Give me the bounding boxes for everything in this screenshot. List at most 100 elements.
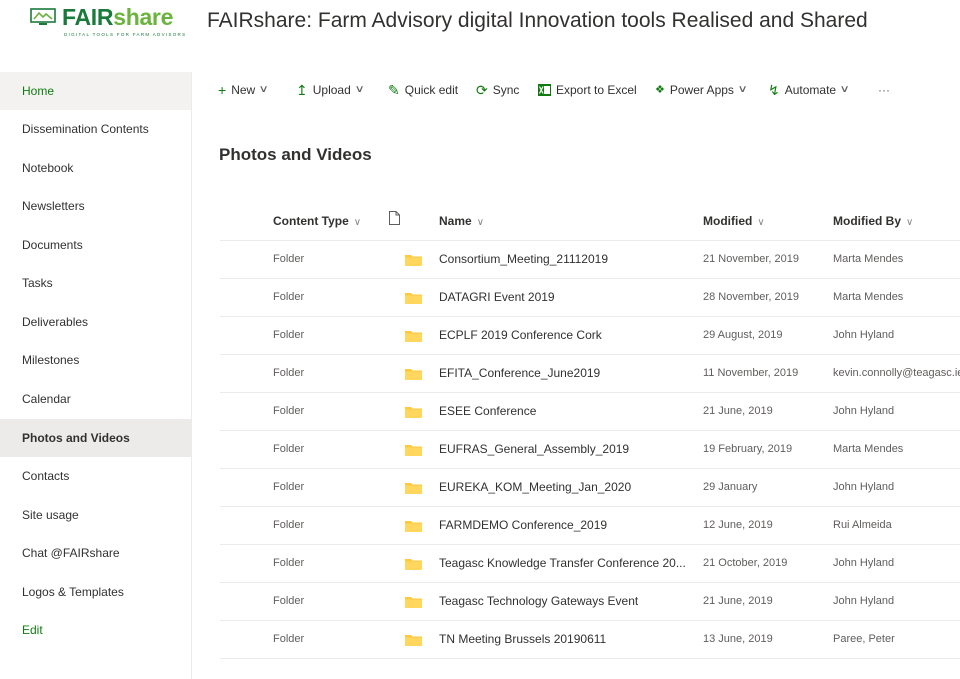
content-type-cell: Folder: [273, 291, 305, 303]
automate-button[interactable]: ↯ Automate ∨: [768, 80, 850, 100]
content-type-cell: Folder: [273, 557, 305, 569]
nav-item-home[interactable]: Home: [0, 72, 191, 110]
nav-edit-link[interactable]: Edit: [0, 611, 191, 649]
modified-cell: 21 October, 2019: [703, 557, 788, 569]
sync-button[interactable]: ⟳ Sync: [476, 80, 519, 100]
modified-cell: 21 June, 2019: [703, 595, 773, 607]
list-row[interactable]: Folder ECPLF 2019 Conference Cork 29 Aug…: [220, 317, 960, 355]
power-apps-label: Power Apps: [669, 83, 734, 97]
folder-icon: [405, 407, 422, 418]
modified-by-cell[interactable]: Marta Mendes: [833, 291, 903, 303]
upload-button[interactable]: ↥ Upload ∨: [296, 80, 365, 100]
list-row[interactable]: Folder DATAGRI Event 2019 28 November, 2…: [220, 279, 960, 317]
list-row[interactable]: Folder Consortium_Meeting_21112019 21 No…: [220, 241, 960, 279]
chevron-down-icon: ∨: [737, 84, 748, 95]
content-type-cell: Folder: [273, 405, 305, 417]
nav-item-site-usage[interactable]: Site usage: [0, 496, 191, 534]
nav-item-calendar[interactable]: Calendar: [0, 380, 191, 418]
list-row[interactable]: Folder Teagasc Technology Gateways Event…: [220, 583, 960, 621]
content-type-cell: Folder: [273, 253, 305, 265]
name-link[interactable]: Teagasc Technology Gateways Event: [439, 594, 638, 608]
modified-by-cell[interactable]: Rui Almeida: [833, 519, 892, 531]
modified-by-cell[interactable]: Marta Mendes: [833, 443, 903, 455]
content-type-cell: Folder: [273, 633, 305, 645]
left-navigation: Home Dissemination Contents Notebook New…: [0, 72, 192, 679]
modified-cell: 11 November, 2019: [703, 367, 799, 379]
quick-edit-label: Quick edit: [404, 83, 459, 97]
folder-icon: [405, 635, 422, 646]
list-row[interactable]: Folder TN Meeting Brussels 20190611 13 J…: [220, 621, 960, 659]
upload-label: Upload: [312, 83, 351, 97]
file-type-icon[interactable]: [389, 211, 400, 225]
list-row[interactable]: Folder EFITA_Conference_June2019 11 Nove…: [220, 355, 960, 393]
nav-item-deliverables[interactable]: Deliverables: [0, 303, 191, 341]
name-link[interactable]: TN Meeting Brussels 20190611: [439, 632, 606, 646]
chevron-down-icon: ∨: [839, 84, 850, 95]
name-link[interactable]: EUFRAS_General_Assembly_2019: [439, 442, 629, 456]
nav-item-milestones[interactable]: Milestones: [0, 341, 191, 379]
modified-by-cell[interactable]: kevin.connolly@teagasc.ie: [833, 367, 960, 379]
sync-label: Sync: [492, 83, 520, 97]
folder-icon: [405, 445, 422, 456]
plus-icon: +: [218, 82, 227, 98]
column-header-modified[interactable]: Modified ∨: [703, 214, 765, 228]
content-type-cell: Folder: [273, 519, 305, 531]
fairshare-logo[interactable]: FAIRshare DIGITAL TOOLS FOR FARM ADVISOR…: [30, 4, 190, 42]
sync-icon: ⟳: [476, 82, 488, 98]
folder-icon: [405, 597, 422, 608]
nav-item-logos-templates[interactable]: Logos & Templates: [0, 573, 191, 611]
nav-item-photos-and-videos[interactable]: Photos and Videos: [0, 419, 191, 457]
export-to-excel-button[interactable]: Export to Excel: [538, 80, 637, 100]
modified-cell: 29 January: [703, 481, 758, 493]
content-type-cell: Folder: [273, 595, 305, 607]
content-type-cell: Folder: [273, 443, 305, 455]
command-bar: + New ∨ ↥ Upload ∨ ✎ Quick edit ⟳ Sync E…: [210, 80, 960, 100]
name-link[interactable]: Teagasc Knowledge Transfer Conference 20…: [439, 556, 686, 570]
list-header-row: Content Type ∨ Name ∨ Modified ∨ Modified B…: [220, 202, 960, 241]
new-button[interactable]: + New ∨: [218, 80, 269, 100]
nav-item-notebook[interactable]: Notebook: [0, 149, 191, 187]
power-apps-button[interactable]: ❖ Power Apps ∨: [655, 80, 748, 100]
name-link[interactable]: FARMDEMO Conference_2019: [439, 518, 607, 532]
list-row[interactable]: Folder Teagasc Knowledge Transfer Confer…: [220, 545, 960, 583]
column-header-content-type[interactable]: Content Type ∨: [273, 214, 361, 228]
chevron-down-icon: ∨: [258, 84, 269, 95]
modified-by-cell[interactable]: John Hyland: [833, 481, 894, 493]
automate-icon: ↯: [768, 82, 780, 98]
modified-cell: 28 November, 2019: [703, 291, 800, 303]
site-title[interactable]: FAIRshare: Farm Advisory digital Innovat…: [207, 9, 868, 33]
logo-tagline: DIGITAL TOOLS FOR FARM ADVISORS: [64, 32, 187, 37]
modified-cell: 13 June, 2019: [703, 633, 773, 645]
modified-cell: 21 June, 2019: [703, 405, 773, 417]
name-link[interactable]: DATAGRI Event 2019: [439, 290, 555, 304]
list-row[interactable]: Folder EUREKA_KOM_Meeting_Jan_2020 29 Ja…: [220, 469, 960, 507]
modified-by-cell[interactable]: Marta Mendes: [833, 253, 903, 265]
nav-item-tasks[interactable]: Tasks: [0, 264, 191, 302]
nav-item-dissemination-contents[interactable]: Dissemination Contents: [0, 110, 191, 148]
more-options-button[interactable]: ···: [878, 80, 890, 100]
new-label: New: [231, 83, 256, 97]
content-type-cell: Folder: [273, 367, 305, 379]
folder-icon: [405, 293, 422, 304]
list-row[interactable]: Folder ESEE Conference 21 June, 2019 Joh…: [220, 393, 960, 431]
list-row[interactable]: Folder EUFRAS_General_Assembly_2019 19 F…: [220, 431, 960, 469]
nav-item-chat[interactable]: Chat @FAIRshare: [0, 534, 191, 572]
modified-by-cell[interactable]: John Hyland: [833, 557, 894, 569]
list-row[interactable]: Folder FARMDEMO Conference_2019 12 June,…: [220, 507, 960, 545]
name-link[interactable]: EUREKA_KOM_Meeting_Jan_2020: [439, 480, 631, 494]
name-link[interactable]: ESEE Conference: [439, 404, 536, 418]
modified-by-cell[interactable]: John Hyland: [833, 329, 894, 341]
nav-item-documents[interactable]: Documents: [0, 226, 191, 264]
content-type-cell: Folder: [273, 329, 305, 341]
name-link[interactable]: ECPLF 2019 Conference Cork: [439, 328, 602, 342]
column-header-modified-by[interactable]: Modified By ∨: [833, 214, 913, 228]
column-header-name[interactable]: Name ∨: [439, 214, 484, 228]
nav-item-newsletters[interactable]: Newsletters: [0, 187, 191, 225]
nav-item-contacts[interactable]: Contacts: [0, 457, 191, 495]
name-link[interactable]: EFITA_Conference_June2019: [439, 366, 600, 380]
quick-edit-button[interactable]: ✎ Quick edit: [388, 80, 458, 100]
modified-by-cell[interactable]: John Hyland: [833, 405, 894, 417]
modified-by-cell[interactable]: Paree, Peter: [833, 633, 895, 645]
name-link[interactable]: Consortium_Meeting_21112019: [439, 252, 608, 266]
modified-by-cell[interactable]: John Hyland: [833, 595, 894, 607]
